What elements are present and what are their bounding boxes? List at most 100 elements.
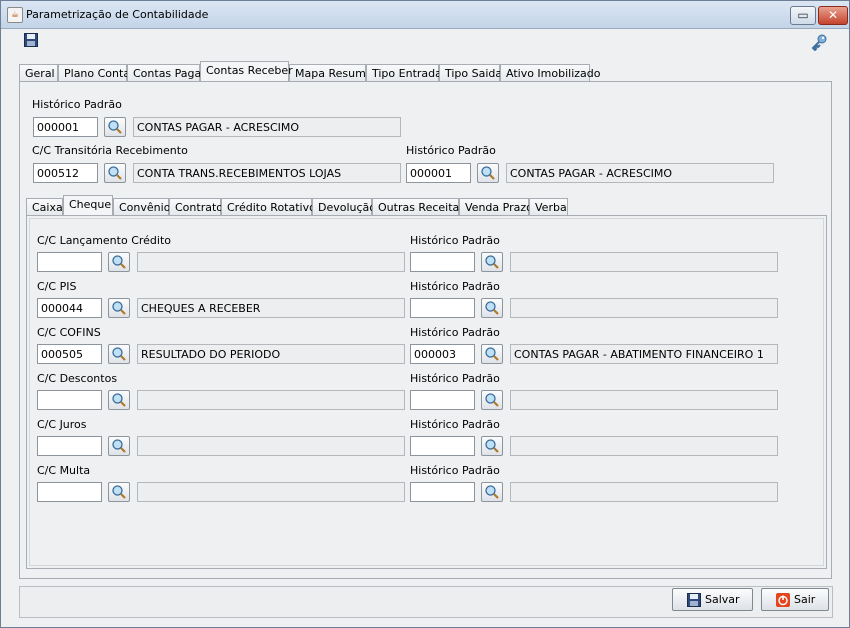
account-code-field[interactable] — [37, 390, 102, 410]
row-label: C/C Multa — [37, 464, 91, 477]
account-search-button[interactable] — [108, 298, 130, 318]
account-search-button[interactable] — [108, 390, 130, 410]
historico-desc-field — [510, 298, 778, 318]
subtab-verba[interactable]: Verba — [529, 198, 568, 216]
historico-code-field[interactable]: 000003 — [410, 344, 475, 364]
restore-button[interactable]: ▭ — [790, 6, 816, 25]
floppy-icon — [687, 593, 701, 607]
window-title: Parametrização de Contabilidade — [26, 8, 209, 21]
main-window: ☕ Parametrização de Contabilidade ▭ ✕ Ge… — [0, 0, 850, 628]
row-label: C/C Descontos — [37, 372, 118, 385]
subtab-convênio[interactable]: Convênio — [113, 198, 170, 216]
account-code-field[interactable] — [37, 482, 102, 502]
account-search-button[interactable] — [108, 436, 130, 456]
exit-button[interactable]: Sair — [761, 588, 829, 611]
subtab-cheque[interactable]: Cheque — [63, 195, 113, 215]
magnifier-icon — [485, 393, 499, 407]
account-search-button[interactable] — [108, 252, 130, 272]
java-app-icon: ☕ — [7, 7, 23, 23]
magnifier-icon — [112, 255, 126, 269]
magnifier-icon — [112, 301, 126, 315]
magnifier-icon — [485, 255, 499, 269]
account-desc-field — [137, 436, 405, 456]
transitoria-code-field[interactable]: 000512 — [33, 163, 98, 183]
historico-label: Histórico Padrão — [410, 418, 500, 431]
tab-contas-receber[interactable]: Contas Receber — [200, 61, 293, 81]
historico-search-button[interactable] — [481, 298, 503, 318]
transitoria-desc-field: CONTA TRANS.RECEBIMENTOS LOJAS — [133, 163, 401, 183]
historico-code-field[interactable] — [410, 298, 475, 318]
account-code-field[interactable]: 000044 — [37, 298, 102, 318]
historico-code-field[interactable] — [410, 436, 475, 456]
magnifier-icon — [481, 166, 495, 180]
historico-padrao-label: Histórico Padrão — [32, 98, 122, 111]
historico-search-button[interactable] — [481, 436, 503, 456]
subtab-outras-receitas[interactable]: Outras Receitas — [372, 198, 465, 216]
row-label: C/C COFINS — [37, 326, 101, 339]
historico-label: Histórico Padrão — [410, 234, 500, 247]
historico-code-field[interactable] — [410, 252, 475, 272]
historico-search-button[interactable] — [481, 344, 503, 364]
main-tab-strip: Geral Plano Conta Contas Pagar Contas Receb… — [19, 61, 831, 82]
magnifier-icon — [112, 347, 126, 361]
subtab-crédito-rotativo[interactable]: Crédito Rotativo — [221, 198, 316, 216]
key-icon[interactable] — [810, 33, 828, 52]
close-button[interactable]: ✕ — [818, 6, 848, 25]
subtab-caixa[interactable]: Caixa — [26, 198, 63, 216]
historico-search-button[interactable] — [481, 252, 503, 272]
magnifier-icon — [112, 393, 126, 407]
historico2-search-button[interactable] — [477, 163, 499, 183]
tab-ativo-imobilizado[interactable]: Ativo Imobilizado — [500, 64, 601, 82]
historico-desc-field — [510, 482, 778, 502]
tab-plano-conta[interactable]: Plano Conta — [58, 64, 130, 82]
historico-search-button[interactable] — [481, 482, 503, 502]
magnifier-icon — [485, 347, 499, 361]
tab-geral[interactable]: Geral — [19, 64, 58, 82]
historico-label: Histórico Padrão — [410, 280, 500, 293]
account-desc-field: CHEQUES A RECEBER — [137, 298, 405, 318]
historico-desc-field — [510, 252, 778, 272]
account-desc-field — [137, 482, 405, 502]
title-bar: ☕ Parametrização de Contabilidade ▭ ✕ — [1, 1, 849, 29]
subtab-venda-prazo[interactable]: Venda Prazo — [459, 198, 533, 216]
transitoria-search-button[interactable] — [104, 163, 126, 183]
account-code-field[interactable] — [37, 436, 102, 456]
save-icon[interactable] — [24, 33, 38, 47]
account-desc-field — [137, 390, 405, 410]
historico2-label: Histórico Padrão — [406, 144, 496, 157]
row-label: C/C Lançamento Crédito — [37, 234, 171, 247]
historico2-desc-field: CONTAS PAGAR - ACRESCIMO — [506, 163, 774, 183]
historico-label: Histórico Padrão — [410, 372, 500, 385]
subtab-contrato[interactable]: Contrato — [169, 198, 223, 216]
magnifier-icon — [485, 485, 499, 499]
tab-mapa-resumo[interactable]: Mapa Resumo — [289, 64, 373, 82]
account-search-button[interactable] — [108, 482, 130, 502]
tab-tipo-entrada[interactable]: Tipo Entrada — [366, 64, 442, 82]
historico2-code-field[interactable]: 000001 — [406, 163, 471, 183]
historico-search-button[interactable] — [104, 117, 126, 137]
historico-code-field[interactable] — [410, 482, 475, 502]
historico-search-button[interactable] — [481, 390, 503, 410]
transitoria-label: C/C Transitória Recebimento — [32, 144, 188, 157]
magnifier-icon — [112, 439, 126, 453]
account-code-field[interactable]: 000505 — [37, 344, 102, 364]
save-button[interactable]: Salvar — [672, 588, 753, 611]
historico-label: Histórico Padrão — [410, 326, 500, 339]
row-label: C/C Juros — [37, 418, 87, 431]
magnifier-icon — [112, 485, 126, 499]
account-desc-field — [137, 252, 405, 272]
historico-desc-field — [510, 390, 778, 410]
contas-receber-panel: Histórico Padrão 000001 CONTAS PAGAR - A… — [19, 81, 832, 579]
historico-desc-field: CONTAS PAGAR - ABATIMENTO FINANCEIRO 1 — [510, 344, 778, 364]
save-button-label: Salvar — [705, 593, 740, 606]
magnifier-icon — [108, 166, 122, 180]
historico-code-field[interactable] — [410, 390, 475, 410]
magnifier-icon — [108, 120, 122, 134]
historico-code-field[interactable]: 000001 — [33, 117, 98, 137]
tab-contas-pagar[interactable]: Contas Pagar — [127, 64, 206, 82]
tab-tipo-saida[interactable]: Tipo Saida — [439, 64, 502, 82]
account-search-button[interactable] — [108, 344, 130, 364]
subtab-devolução[interactable]: Devolução — [312, 198, 376, 216]
magnifier-icon — [485, 439, 499, 453]
account-code-field[interactable] — [37, 252, 102, 272]
